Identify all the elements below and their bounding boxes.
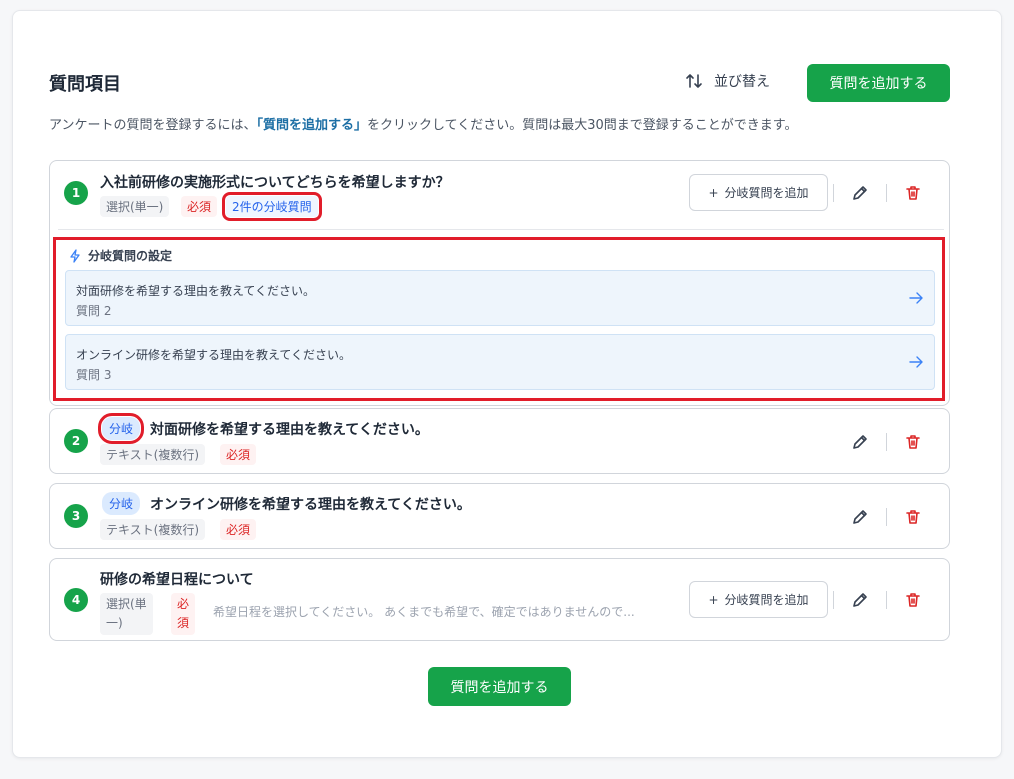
required-tag: 必須 — [220, 444, 257, 465]
description-text-after: をクリックしてください。質問は最大30問まで登録することができます。 — [367, 118, 798, 133]
question-title: オンライン研修を希望する理由を教えてください。 — [150, 497, 471, 513]
add-branch-label: 分岐質問を追加 — [724, 593, 809, 607]
question-card-3: 3 分岐 オンライン研修を希望する理由を教えてください。 テキスト(複数行) 必… — [49, 483, 950, 549]
question-type-tag: テキスト(複数行) — [100, 444, 206, 465]
arrow-right-icon — [909, 292, 923, 304]
branch-item-sub: 質問 2 — [76, 304, 112, 318]
lightning-icon — [70, 248, 80, 263]
branch-settings-header: 分岐質問の設定 — [68, 247, 172, 264]
pencil-icon — [853, 593, 867, 607]
branch-item[interactable]: 対面研修を希望する理由を教えてください。 質問 2 — [65, 270, 935, 326]
question-number-badge: 3 — [64, 504, 88, 528]
question-title: 研修の希望日程について — [100, 572, 254, 588]
branch-count-tag[interactable]: 2件の分岐質問 — [222, 192, 322, 221]
question-type-line: 一) — [106, 616, 123, 630]
delete-button[interactable] — [903, 432, 923, 452]
plus-icon: + — [708, 592, 719, 607]
separator — [886, 591, 887, 609]
add-branch-button[interactable]: + 分岐質問を追加 — [689, 174, 828, 211]
delete-button[interactable] — [903, 590, 923, 610]
sort-arrows-icon — [686, 74, 702, 88]
trash-icon — [906, 186, 920, 200]
question-number-badge: 4 — [64, 588, 88, 612]
branch-settings-title: 分岐質問の設定 — [88, 249, 173, 263]
branch-badge: 分岐 — [97, 413, 145, 444]
question-card-2: 2 分岐 対面研修を希望する理由を教えてください。 テキスト(複数行) 必須 — [49, 408, 950, 474]
separator — [833, 184, 834, 202]
description: アンケートの質問を登録するには、「質問を追加する」をクリックしてください。質問は… — [49, 114, 797, 133]
separator — [886, 433, 887, 451]
branch-badge: 分岐 — [102, 492, 141, 515]
arrow-right-icon — [909, 356, 923, 368]
branch-item-text: 対面研修を希望する理由を教えてください。 — [76, 284, 316, 298]
question-number-badge: 2 — [64, 429, 88, 453]
sort-button[interactable]: 並び替え — [684, 71, 770, 91]
question-divider — [58, 229, 944, 230]
question-number-badge: 1 — [64, 181, 88, 205]
pencil-icon — [853, 435, 867, 449]
question-hint: 希望日程を選択してください。 あくまでも希望で、確定ではありませんので... — [213, 605, 635, 619]
required-tag: 必須 — [220, 519, 257, 540]
pencil-icon — [853, 186, 867, 200]
page-title: 質問項目 — [49, 74, 121, 95]
trash-icon — [906, 593, 920, 607]
question-title: 入社前研修の実施形式についてどちらを希望しますか？ — [100, 175, 450, 191]
question-type-line: 選択(単 — [106, 597, 147, 611]
trash-icon — [906, 510, 920, 524]
separator — [886, 508, 887, 526]
required-line: 須 — [177, 616, 190, 630]
add-branch-label: 分岐質問を追加 — [724, 186, 809, 200]
description-text: アンケートの質問を登録するには、 — [49, 118, 257, 133]
required-tag: 必須 — [181, 196, 218, 217]
sort-label: 並び替え — [714, 74, 770, 90]
separator — [886, 184, 887, 202]
edit-button[interactable] — [850, 507, 870, 527]
delete-button[interactable] — [903, 507, 923, 527]
branch-item-sub: 質問 3 — [76, 368, 112, 382]
plus-icon: + — [708, 185, 719, 200]
question-type-tag: 選択(単一) — [100, 196, 170, 217]
delete-button[interactable] — [903, 183, 923, 203]
edit-button[interactable] — [850, 432, 870, 452]
edit-button[interactable] — [850, 183, 870, 203]
pencil-icon — [853, 510, 867, 524]
trash-icon — [906, 435, 920, 449]
branch-item[interactable]: オンライン研修を希望する理由を教えてください。 質問 3 — [65, 334, 935, 390]
branch-settings-panel: 分岐質問の設定 対面研修を希望する理由を教えてください。 質問 2 オンライン研… — [53, 237, 945, 401]
description-highlight: 「質問を追加する」 — [256, 118, 367, 133]
separator — [833, 591, 834, 609]
add-branch-button[interactable]: + 分岐質問を追加 — [689, 581, 828, 618]
required-line: 必 — [177, 597, 190, 611]
add-question-button-bottom[interactable]: 質問を追加する — [428, 667, 571, 706]
required-tag: 必 須 — [171, 593, 196, 635]
question-card-4: 4 研修の希望日程について 選択(単 一) 必 須 希望日程を選択してください。… — [49, 558, 950, 641]
branch-item-text: オンライン研修を希望する理由を教えてください。 — [76, 348, 352, 362]
question-type-tag: テキスト(複数行) — [100, 519, 206, 540]
question-type-tag: 選択(単 一) — [100, 593, 153, 635]
edit-button[interactable] — [850, 590, 870, 610]
question-title: 対面研修を希望する理由を教えてください。 — [150, 422, 429, 438]
add-question-button-top[interactable]: 質問を追加する — [807, 64, 950, 102]
